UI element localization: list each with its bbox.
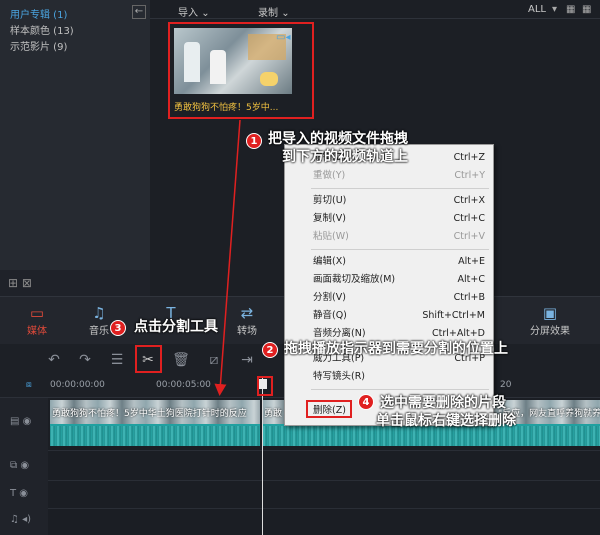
redo-icon[interactable]: ↷ (76, 351, 94, 369)
highlight-box-split-tool (135, 345, 162, 373)
menu-separator (311, 389, 489, 390)
menu-shortcut: Alt+C (457, 274, 485, 285)
track-divider (48, 450, 600, 451)
menu-item-cut[interactable]: 剪切(U) Ctrl+X (285, 192, 493, 210)
step-1-badge: 1 (246, 133, 262, 149)
menu-item-mute[interactable]: 静音(Q) Shift+Ctrl+M (285, 307, 493, 325)
context-menu: 撤销(Z) Ctrl+Z 重做(Y) Ctrl+Y 剪切(U) Ctrl+X 复制(V… (284, 144, 494, 426)
menu-label: 复制(V) (313, 213, 346, 224)
menu-item-split[interactable]: 分割(V) Ctrl+B (285, 289, 493, 307)
menu-item-paste: 粘贴(W) Ctrl+V (285, 228, 493, 246)
clip-1-title: 勇敢狗狗不怕疼！5岁中华土狗医院打针时的反应 (52, 409, 247, 419)
module-media-label: 媒体 (27, 326, 47, 337)
audio-track-icon[interactable]: ♫ ◂) (10, 514, 31, 525)
menu-separator (311, 249, 489, 250)
menu-label: 粘贴(W) (313, 231, 349, 242)
step-1-text-line2: 到下方的视频轨道上 (282, 149, 408, 165)
library-item-demo-videos[interactable]: 示范影片 (9) (10, 38, 67, 53)
transition-icon: ⇄ (240, 304, 254, 322)
menu-shortcut: Ctrl+Z (453, 152, 485, 163)
highlight-box-delete (306, 400, 352, 418)
clip-2-title: 勇敢 (264, 409, 283, 419)
library-panel: 用户专辑 (1) 样本颜色 (13) 示范影片 (9) (0, 0, 150, 270)
title-track-icon[interactable]: T ◉ (10, 488, 28, 499)
record-dropdown[interactable]: 录制 ⌄ (258, 4, 290, 19)
grid-large-icon[interactable]: ▦ (582, 4, 591, 15)
module-transition[interactable]: ⇄ 转场 (222, 304, 272, 337)
menu-shortcut: Ctrl+B (453, 292, 485, 303)
step-3-badge: 3 (110, 320, 126, 336)
video-clip-1[interactable]: 勇敢狗狗不怕疼！5岁中华土狗医院打针时的反应 (50, 400, 260, 446)
menu-item-redo: 重做(Y) Ctrl+Y (285, 167, 493, 185)
snap-icon[interactable]: ⧈ (26, 380, 32, 390)
menu-label: 编辑(X) (313, 256, 346, 267)
menu-item-closeup[interactable]: 特写镜头(R) (285, 368, 493, 386)
module-transition-label: 转场 (237, 326, 257, 337)
menu-shortcut: Shift+Ctrl+M (422, 310, 485, 321)
library-item-user-album[interactable]: 用户专辑 (1) (10, 6, 67, 21)
menu-item-crop-zoom[interactable]: 画面裁切及缩放(M) Alt+C (285, 271, 493, 289)
video-track-icon[interactable]: ▤ ◉ (10, 416, 31, 427)
audio-waveform (50, 426, 260, 446)
library-item-sample-colors[interactable]: 样本颜色 (13) (10, 22, 74, 37)
divider (150, 18, 600, 19)
timecode-20: 20 (500, 380, 512, 390)
menu-item-edit[interactable]: 编辑(X) Alt+E (285, 253, 493, 271)
step-1-text-line1: 把导入的视频文件拖拽 (268, 131, 408, 147)
step-4-badge: 4 (358, 394, 374, 410)
adjust-icon[interactable]: ☰ (108, 351, 126, 369)
grid-view-icon[interactable]: ▦ (566, 4, 575, 15)
menu-label: 重做(Y) (313, 170, 346, 181)
module-media[interactable]: ▭ 媒体 (12, 304, 62, 337)
import-dropdown[interactable]: 导入 ⌄ (178, 4, 210, 19)
menu-label: 特写镜头(R) (313, 371, 366, 382)
step-2-badge: 2 (262, 342, 278, 358)
filter-all[interactable]: ALL (528, 4, 546, 15)
track-divider (48, 508, 600, 509)
split-screen-icon: ▣ (542, 304, 558, 322)
menu-label: 剪切(U) (313, 195, 347, 206)
step-3-text: 点击分割工具 (134, 319, 218, 335)
trash-icon[interactable]: 🗑 (172, 351, 190, 369)
step-4-text-line2: 单击鼠标右键选择删除 (376, 413, 516, 429)
menu-shortcut: Ctrl+X (453, 195, 485, 206)
module-split-screen-label: 分屏效果 (530, 326, 570, 337)
new-folder-icon[interactable]: ⊞ ⊠ (8, 276, 32, 290)
menu-label: 分割(V) (313, 292, 346, 303)
filter-icon[interactable]: ▾ (552, 4, 557, 15)
step-4-text-line1: 选中需要删除的片段 (380, 395, 506, 411)
highlight-box-thumbnail (168, 22, 314, 119)
menu-shortcut: Ctrl+C (453, 213, 486, 224)
menu-item-copy[interactable]: 复制(V) Ctrl+C (285, 210, 493, 228)
menu-label: 画面裁切及缩放(M) (313, 274, 396, 285)
highlight-box-playhead (257, 376, 273, 396)
undo-icon[interactable]: ↶ (45, 351, 63, 369)
export-icon[interactable]: ⇥ (238, 351, 256, 369)
timecode-5s: 00:00:05:00 (156, 380, 211, 390)
step-2-text: 拖拽播放指示器到需要分割的位置上 (284, 341, 508, 357)
menu-shortcut: Ctrl+Y (454, 170, 485, 181)
module-split-screen[interactable]: ▣ 分屏效果 (520, 304, 580, 337)
crop-icon[interactable]: ⧄ (205, 351, 223, 369)
collapse-panel-button[interactable]: ← (132, 5, 146, 19)
module-audio-label: 音乐 (89, 326, 109, 337)
menu-separator (311, 188, 489, 189)
overlay-track-icon[interactable]: ⧉ ◉ (10, 460, 29, 471)
playhead-line[interactable] (262, 376, 263, 535)
menu-label: 静音(Q) (313, 310, 347, 321)
folder-icon: ▭ (29, 304, 45, 322)
timecode-start: 00:00:00:00 (50, 380, 105, 390)
track-divider (48, 480, 600, 481)
menu-shortcut: Ctrl+V (453, 231, 485, 242)
menu-shortcut: Alt+E (458, 256, 485, 267)
